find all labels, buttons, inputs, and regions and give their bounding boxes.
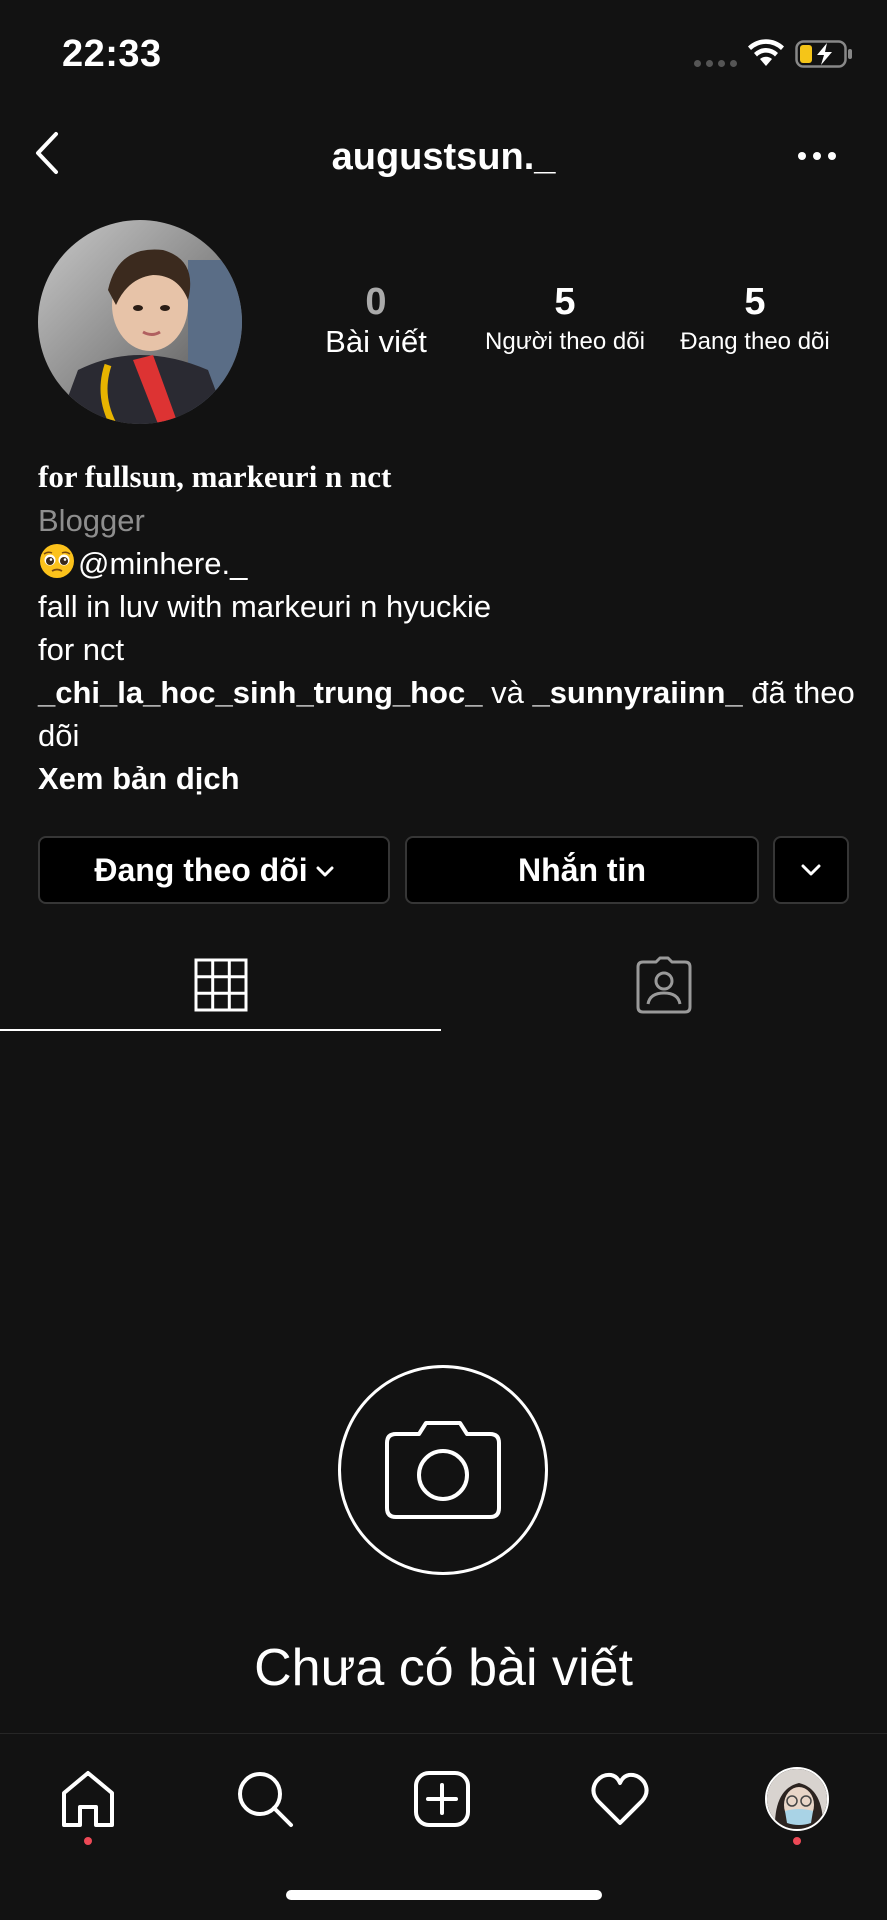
chevron-down-icon — [801, 864, 821, 876]
nav-profile[interactable] — [762, 1764, 832, 1845]
more-options-button[interactable] — [798, 146, 842, 166]
bio-line-2: for nct — [38, 632, 125, 667]
nav-search[interactable] — [230, 1764, 300, 1834]
battery-icon — [795, 40, 852, 68]
bio-line-1: fall in luv with markeuri n hyuckie — [38, 589, 492, 624]
grid-icon — [194, 958, 247, 1012]
following-count: 5 — [744, 281, 766, 323]
wifi-icon — [748, 39, 784, 66]
tagged-person-icon — [636, 956, 692, 1014]
message-button[interactable]: Nhắn tin — [405, 836, 759, 904]
new-post-icon — [414, 1771, 470, 1827]
tab-tagged[interactable] — [441, 940, 887, 1030]
following-button[interactable]: Đang theo dõi — [38, 836, 390, 904]
profile-header: augustsun._ — [0, 120, 887, 200]
camera-icon — [385, 1421, 501, 1519]
more-dots-icon — [798, 152, 806, 160]
following-label: Đang theo dõi — [680, 328, 830, 355]
profile-avatar[interactable] — [38, 220, 242, 424]
status-time: 22:33 — [62, 33, 162, 75]
display-name: for fullsun, markeuri n nct — [38, 459, 392, 494]
notification-dot — [84, 1837, 92, 1845]
posts-label: Bài viết — [325, 324, 427, 359]
stat-posts: 0 Bài viết — [316, 280, 436, 360]
stat-following[interactable]: 5 Đang theo dõi — [665, 280, 845, 360]
active-tab-indicator — [0, 1029, 441, 1031]
following-button-label: Đang theo dõi — [94, 851, 308, 888]
see-translation-link[interactable]: Xem bản dịch — [38, 757, 858, 800]
profile-bio: for fullsun, markeuri n nct Blogger @min… — [38, 455, 858, 800]
cellular-signal-icon — [694, 60, 737, 67]
tab-posts-grid[interactable] — [0, 940, 441, 1030]
posts-count: 0 — [365, 281, 387, 323]
chevron-down-icon — [316, 866, 334, 877]
avatar-photo — [38, 220, 242, 424]
nav-home[interactable] — [53, 1764, 123, 1845]
empty-state-text: Chưa có bài viết — [254, 1639, 633, 1697]
page-title: augustsun._ — [331, 136, 556, 178]
nav-new-post[interactable] — [407, 1764, 477, 1834]
suggested-accounts-button[interactable] — [773, 836, 849, 904]
search-icon — [238, 1772, 293, 1827]
home-indicator — [286, 1890, 602, 1900]
profile-avatar-mini — [765, 1767, 829, 1831]
followed-by: _chi_la_hoc_sinh_trung_hoc_ và _sunnyrai… — [38, 671, 858, 757]
status-bar: 22:33 — [0, 0, 887, 100]
category-label: Blogger — [38, 503, 145, 538]
followed-by-user-1[interactable]: _chi_la_hoc_sinh_trung_hoc_ — [38, 675, 482, 710]
bio-mention-link[interactable]: @minhere._ — [78, 546, 247, 581]
pleading-face-emoji-icon — [40, 544, 74, 578]
notification-dot — [793, 1837, 801, 1845]
bio-mention-line: @minhere._ — [38, 542, 858, 585]
followed-by-conj: và — [482, 675, 533, 710]
followers-count: 5 — [554, 281, 576, 323]
home-icon — [62, 1771, 114, 1827]
empty-state-camera — [338, 1365, 548, 1575]
nav-activity[interactable] — [585, 1764, 655, 1834]
heart-icon — [591, 1772, 649, 1825]
followers-label: Người theo dõi — [485, 328, 645, 355]
followed-by-user-2[interactable]: _sunnyraiinn_ — [532, 675, 742, 710]
stat-followers[interactable]: 5 Người theo dõi — [480, 280, 650, 360]
message-button-label: Nhắn tin — [518, 851, 646, 888]
